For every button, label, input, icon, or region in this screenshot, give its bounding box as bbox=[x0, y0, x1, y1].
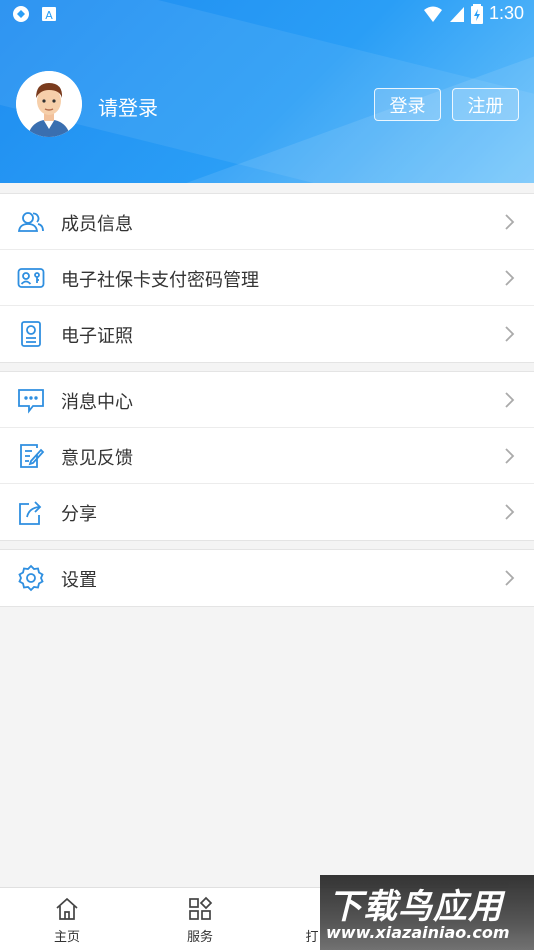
menu-item-share[interactable]: 分享 bbox=[0, 484, 534, 540]
menu-item-e-license[interactable]: 电子证照 bbox=[0, 306, 534, 362]
tab-home[interactable]: 主页 bbox=[27, 896, 107, 945]
signal-icon bbox=[449, 6, 464, 22]
menu-item-label: 分享 bbox=[61, 504, 97, 525]
ss-card-password-icon bbox=[17, 268, 45, 288]
menu-item-feedback[interactable]: 意见反馈 bbox=[0, 428, 534, 484]
profile-header: A 1:30 请登录 登录 注册 bbox=[0, 0, 534, 183]
battery-icon bbox=[470, 3, 483, 24]
watermark: 下载鸟应用 www.xiazainiao.com bbox=[320, 875, 534, 950]
chevron-right-icon bbox=[505, 214, 515, 230]
chevron-right-icon bbox=[505, 270, 515, 286]
login-button[interactable]: 登录 bbox=[374, 88, 441, 121]
menu-item-settings[interactable]: 设置 bbox=[0, 550, 534, 606]
svg-text:A: A bbox=[45, 9, 53, 22]
services-icon bbox=[189, 896, 213, 920]
menu-item-members[interactable]: 成员信息 bbox=[0, 194, 534, 250]
menu-item-label: 意见反馈 bbox=[61, 448, 133, 469]
login-prompt[interactable]: 请登录 bbox=[98, 92, 158, 121]
menu-item-label: 成员信息 bbox=[61, 214, 133, 235]
members-icon bbox=[17, 212, 44, 232]
tab-label: 服务 bbox=[186, 930, 213, 945]
watermark-url: www.xiazainiao.com bbox=[326, 923, 510, 942]
chevron-right-icon bbox=[505, 392, 515, 408]
menu-group-communication: 消息中心 意见反馈 分享 bbox=[0, 371, 534, 541]
avatar[interactable] bbox=[16, 71, 82, 137]
e-license-icon bbox=[21, 321, 41, 347]
menu-item-label: 电子社保卡支付密码管理 bbox=[61, 270, 259, 291]
wifi-icon bbox=[423, 6, 442, 22]
app-notification-icon bbox=[13, 6, 29, 22]
chevron-right-icon bbox=[505, 570, 515, 586]
home-icon bbox=[56, 897, 78, 920]
user-avatar-icon bbox=[16, 71, 82, 137]
keyboard-notification-icon: A bbox=[42, 7, 56, 22]
chevron-right-icon bbox=[505, 326, 515, 342]
tab-label: 打 bbox=[305, 930, 319, 945]
watermark-title: 下载鸟应用 bbox=[328, 887, 503, 927]
menu-item-ss-card-password[interactable]: 电子社保卡支付密码管理 bbox=[0, 250, 534, 306]
register-button[interactable]: 注册 bbox=[452, 88, 519, 121]
menu-group-account: 成员信息 电子社保卡支付密码管理 电子证照 bbox=[0, 193, 534, 363]
menu-item-label: 电子证照 bbox=[61, 326, 133, 347]
status-bar: A 1:30 bbox=[0, 0, 534, 28]
message-icon bbox=[18, 389, 44, 414]
menu-item-label: 设置 bbox=[61, 570, 97, 591]
tab-label: 主页 bbox=[53, 930, 80, 945]
status-time: 1:30 bbox=[488, 3, 524, 23]
chevron-right-icon bbox=[505, 504, 515, 520]
menu-item-label: 消息中心 bbox=[61, 392, 133, 413]
menu-item-message-center[interactable]: 消息中心 bbox=[0, 372, 534, 428]
feedback-icon bbox=[20, 444, 45, 468]
tab-services[interactable]: 服务 bbox=[160, 896, 240, 945]
menu-group-settings: 设置 bbox=[0, 549, 534, 607]
chevron-right-icon bbox=[505, 448, 515, 464]
share-icon bbox=[19, 501, 42, 525]
settings-icon bbox=[18, 564, 44, 592]
